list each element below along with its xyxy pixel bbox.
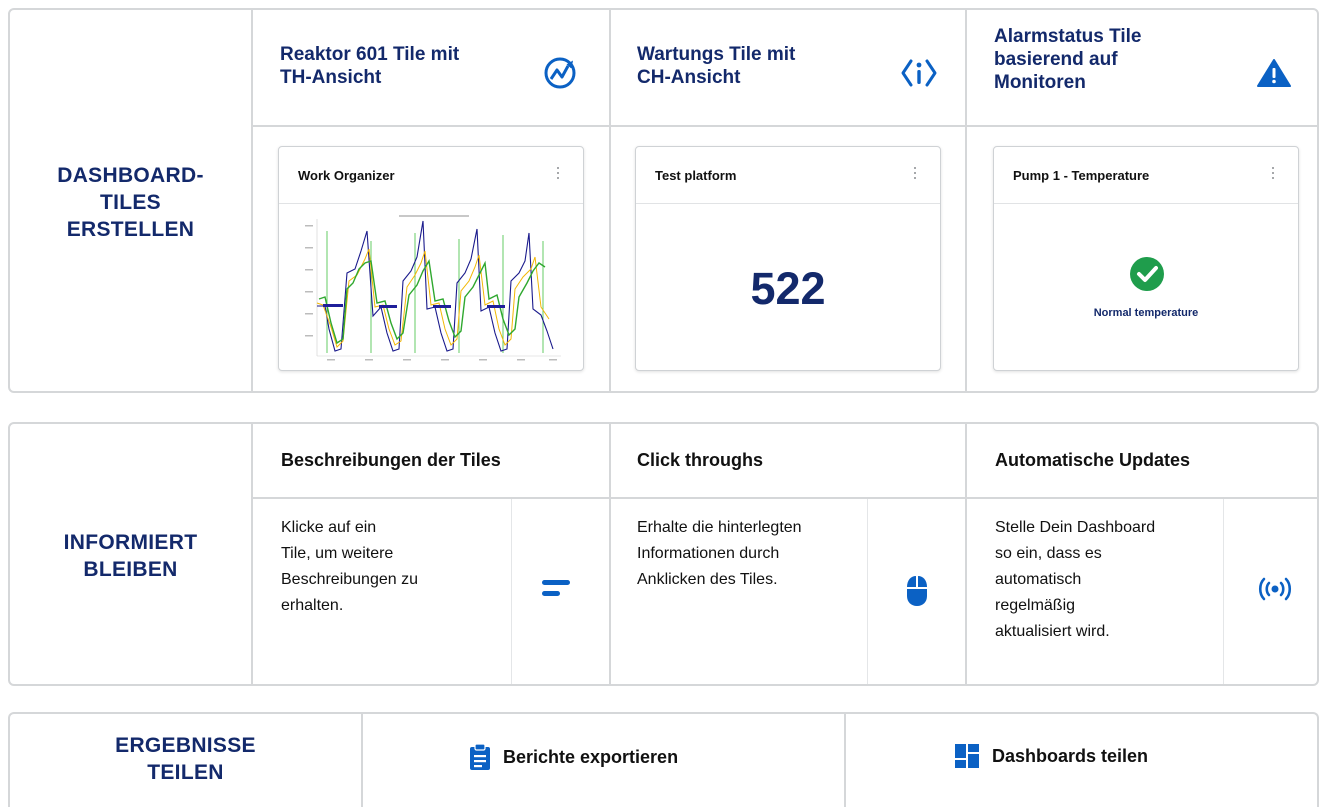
export-reports-item[interactable]: Berichte exportieren [469,743,678,771]
card-title: Work Organizer [298,168,395,183]
card-header: Work Organizer [279,147,583,204]
warning-icon [1257,59,1291,87]
section-title-create: DASHBOARD- TILES ERSTELLEN [57,164,204,241]
card-title: Test platform [655,168,737,183]
description-text: Klicke auf ein Tile, um weitere Beschrei… [281,519,418,614]
stay-informed-panel: INFORMIERT BLEIBEN Beschreibungen der Ti… [8,422,1319,686]
divider [361,714,363,807]
dashboard-grid-icon [955,744,979,768]
tile-heading-reactor: Reaktor 601 Tile mit TH-Ansicht [280,44,460,88]
divider [511,499,512,684]
mouse-icon [907,576,927,606]
column-heading: Automatische Updates [995,450,1191,470]
divider [867,499,868,684]
divider [251,10,253,391]
create-tiles-panel: DASHBOARD- TILES ERSTELLEN Reaktor 601 T… [8,8,1319,393]
info-icon [901,59,937,87]
divider [609,10,611,391]
divider [251,424,253,684]
tile-heading-maintenance: Wartungs Tile mit CH-Ansicht [637,44,796,88]
share-results-panel: ERGEBNISSE TEILEN Berichte exportieren D… [8,712,1319,807]
card-header: Test platform [636,147,940,204]
trend-chart-icon [544,57,576,89]
clipboard-icon [470,743,490,770]
status-text: Normal temperature [1093,307,1199,319]
divider [253,497,1317,499]
more-options-icon[interactable] [1270,167,1276,181]
column-heading: Beschreibungen der Tiles [281,450,501,470]
mini-line-chart [305,215,561,361]
divider [609,424,611,684]
more-options-icon[interactable] [555,167,561,181]
kpi-value: 522 [750,263,826,314]
card-header: Pump 1 - Temperature [994,147,1298,204]
tile-heading-alarm: Alarmstatus Tile basierend auf Monitoren [994,26,1142,93]
description-text: Erhalte die hinterlegten Informationen d… [637,519,802,588]
check-circle-icon [1130,257,1164,291]
card-title: Pump 1 - Temperature [1013,168,1150,183]
tile-card-work-organizer[interactable]: Work Organizer [278,146,584,371]
divider [965,10,967,391]
column-heading: Click throughs [637,450,764,470]
tile-card-pump-temperature[interactable]: Pump 1 - Temperature Normal temperature [993,146,1299,371]
description-lines-icon [542,580,570,596]
divider [965,424,967,684]
tile-card-test-platform[interactable]: Test platform 522 [635,146,941,371]
section-title-share: ERGEBNISSE TEILEN [115,734,256,784]
divider [844,714,846,807]
share-dashboards-label: Dashboards teilen [992,745,1149,766]
divider [1223,499,1224,684]
export-reports-label: Berichte exportieren [503,746,679,767]
divider [253,125,1317,127]
section-title-inform: INFORMIERT BLEIBEN [63,531,198,581]
share-dashboards-item[interactable]: Dashboards teilen [954,743,1148,769]
broadcast-icon [1258,577,1292,601]
description-text: Stelle Dein Dashboard so ein, dass es au… [995,519,1156,640]
more-options-icon[interactable] [912,167,918,181]
